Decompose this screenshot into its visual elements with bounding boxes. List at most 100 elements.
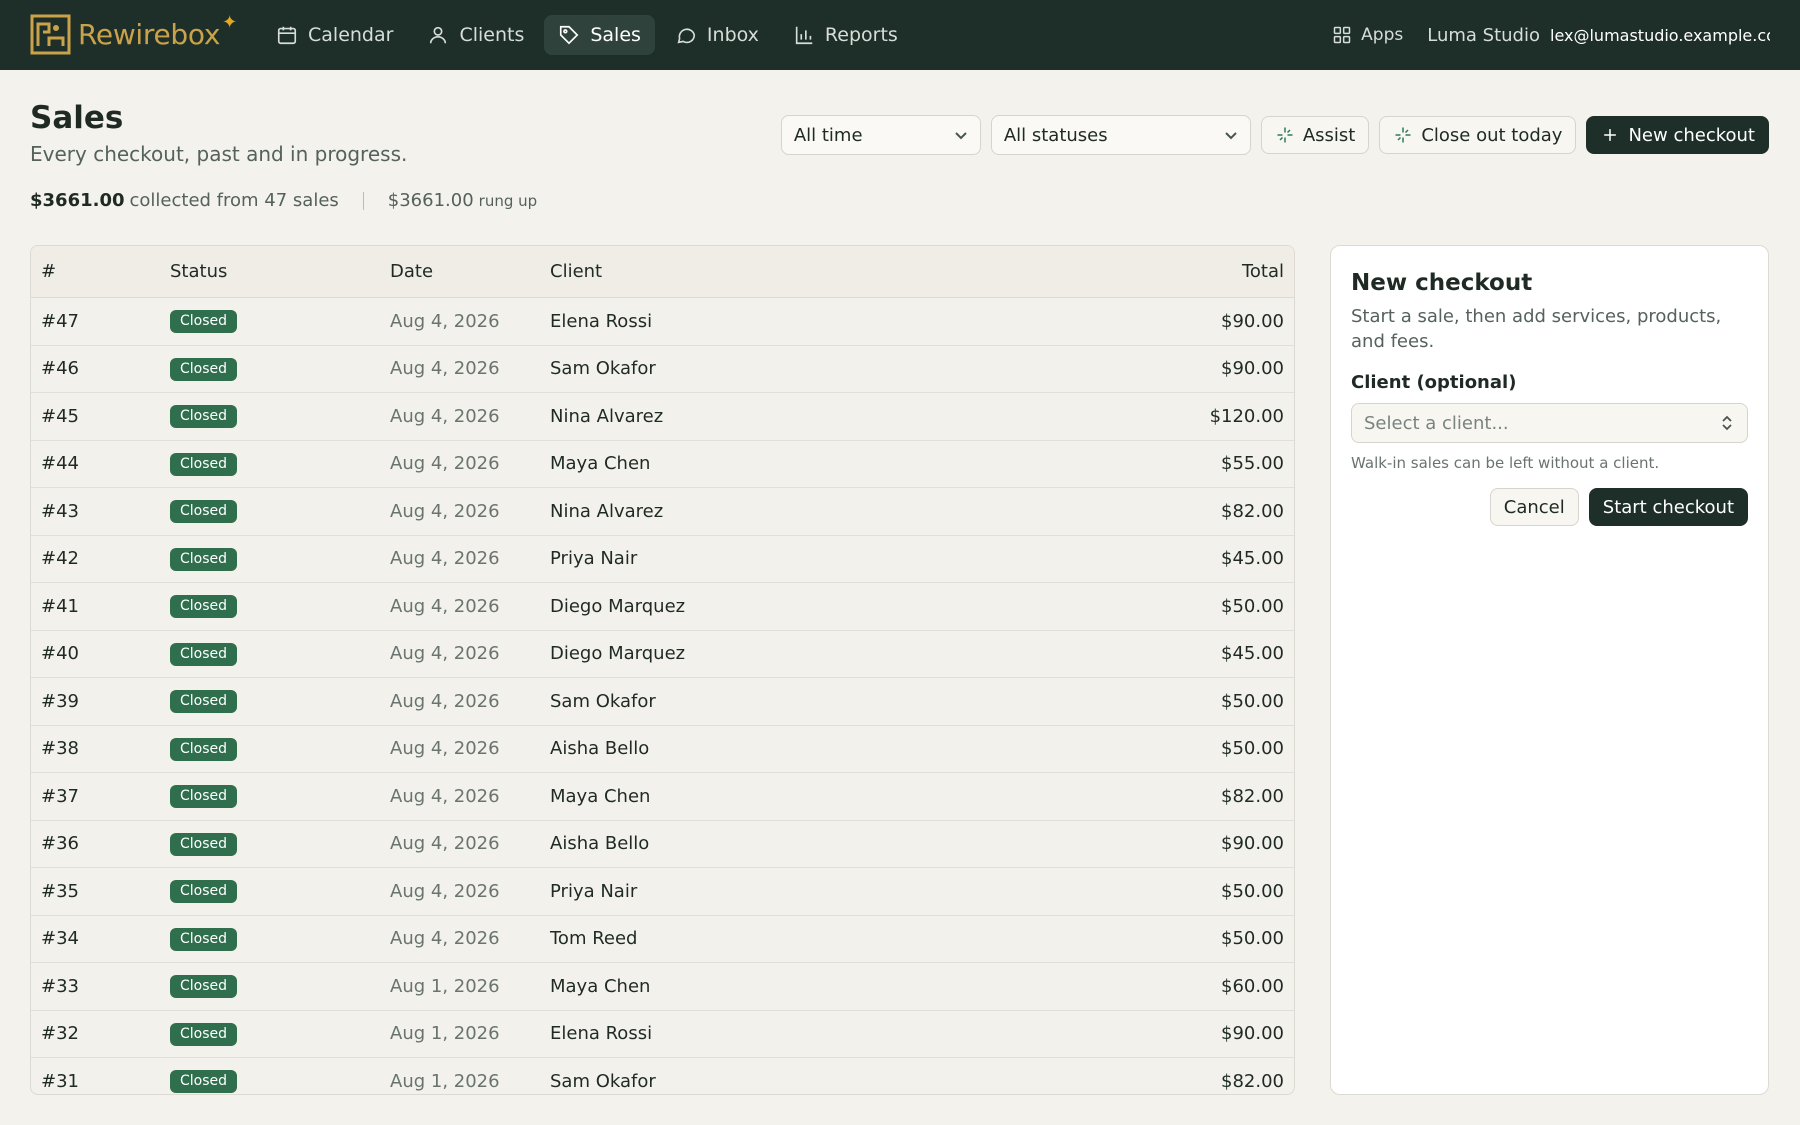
studio-name[interactable]: Luma Studio	[1427, 25, 1540, 46]
sale-total: $82.00	[1221, 500, 1284, 522]
column-header-date[interactable]: Date	[390, 261, 550, 282]
table-row[interactable]: #41 Closed Aug 4, 2026 Diego Marquez $50.00	[31, 583, 1294, 631]
page-title: Sales	[30, 100, 124, 136]
status-cell: Closed	[170, 784, 390, 809]
table-row[interactable]: #35 Closed Aug 4, 2026 Priya Nair $50.00	[31, 868, 1294, 916]
nav-item-inbox[interactable]: Inbox	[661, 15, 773, 55]
table-row[interactable]: #43 Closed Aug 4, 2026 Nina Alvarez $82.00	[31, 488, 1294, 536]
client-name: Sam Okafor	[550, 690, 656, 712]
sale-number: #32	[41, 1023, 79, 1045]
collected-text: collected from 47 sales	[129, 190, 339, 211]
table-row[interactable]: #36 Closed Aug 4, 2026 Aisha Bello $90.00	[31, 821, 1294, 868]
brand[interactable]: Rewirebox ✦	[29, 12, 237, 57]
nav-right: Apps Luma Studio lex@lumastudio.example.…	[1332, 15, 1770, 55]
table-row[interactable]: #42 Closed Aug 4, 2026 Priya Nair $45.00	[31, 536, 1294, 583]
sale-date: Aug 4, 2026	[390, 880, 500, 902]
sale-date: Aug 1, 2026	[390, 1023, 500, 1045]
time-filter-select[interactable]: All time	[780, 115, 981, 155]
summary-divider	[362, 191, 364, 210]
table-row[interactable]: #33 Closed Aug 1, 2026 Maya Chen $60.00	[31, 963, 1294, 1011]
client-name: Aisha Bello	[550, 833, 650, 855]
table-row[interactable]: #32 Closed Aug 1, 2026 Elena Rossi $90.00	[31, 1011, 1294, 1058]
status-cell: Closed	[170, 357, 390, 381]
apps-button[interactable]: Apps	[1332, 25, 1403, 45]
client-name: Maya Chen	[550, 975, 651, 997]
table-row[interactable]: #39 Closed Aug 4, 2026 Sam Okafor $50.00	[31, 678, 1294, 726]
nav-item-reports[interactable]: Reports	[779, 15, 912, 55]
cancel-button[interactable]: Cancel	[1489, 488, 1579, 526]
table-row[interactable]: #31 Closed Aug 1, 2026 Sam Okafor $82.00	[31, 1058, 1294, 1094]
chevron-down-icon	[955, 132, 967, 140]
column-header-status[interactable]: Status	[170, 261, 390, 282]
sale-total: $45.00	[1221, 548, 1284, 570]
status-badge: Closed	[170, 1070, 238, 1094]
status-badge: Closed	[170, 547, 238, 571]
start-checkout-button[interactable]: Start checkout	[1588, 488, 1748, 526]
status-badge: Closed	[170, 310, 238, 334]
status-cell: Closed	[170, 974, 390, 999]
sale-total: $82.00	[1221, 1070, 1284, 1092]
sales-table: # Status Date Client Total #47 Closed Aug …	[30, 245, 1295, 1095]
user-email[interactable]: lex@lumastudio.example.com	[1550, 26, 1770, 45]
client-select[interactable]: Select a client...	[1351, 403, 1748, 443]
status-badge: Closed	[170, 500, 238, 524]
table-row[interactable]: #40 Closed Aug 4, 2026 Diego Marquez $45.00	[31, 631, 1294, 678]
chat-bubble-icon	[677, 28, 695, 44]
table-row[interactable]: #37 Closed Aug 4, 2026 Maya Chen $82.00	[31, 773, 1294, 821]
sale-number: #40	[41, 643, 79, 665]
nav-item-label: Clients	[459, 24, 525, 46]
panel-title: New checkout	[1351, 270, 1533, 296]
nav-item-calendar[interactable]: Calendar	[262, 15, 407, 55]
close-out-today-button[interactable]: Close out today	[1379, 116, 1577, 154]
status-badge: Closed	[170, 927, 238, 951]
table-row[interactable]: #47 Closed Aug 4, 2026 Elena Rossi $90.00	[31, 298, 1294, 346]
nav-item-label: Reports	[824, 24, 898, 46]
table-row[interactable]: #38 Closed Aug 4, 2026 Aisha Bello $50.00	[31, 726, 1294, 773]
sale-date: Aug 4, 2026	[390, 785, 500, 807]
nav-item-clients[interactable]: Clients	[413, 15, 538, 55]
sale-number: #36	[41, 833, 79, 855]
status-badge: Closed	[170, 832, 238, 856]
table-row[interactable]: #34 Closed Aug 4, 2026 Tom Reed $50.00	[31, 916, 1294, 963]
sparkle-icon	[1395, 127, 1411, 143]
table-body: #47 Closed Aug 4, 2026 Elena Rossi $90.00 #46…	[31, 298, 1294, 1094]
sale-total: $50.00	[1221, 880, 1284, 902]
table-row[interactable]: #46 Closed Aug 4, 2026 Sam Okafor $90.00	[31, 346, 1294, 393]
main-nav: Calendar Clients Sales Inbox Reports	[262, 15, 918, 55]
sale-total: $50.00	[1221, 738, 1284, 760]
status-filter-select[interactable]: All statuses	[990, 115, 1251, 155]
sale-date: Aug 1, 2026	[390, 975, 500, 997]
sale-number: #37	[41, 785, 79, 807]
status-cell: Closed	[170, 404, 390, 429]
chevron-down-icon	[1225, 132, 1237, 140]
sale-date: Aug 1, 2026	[390, 1070, 500, 1092]
new-checkout-label: New checkout	[1628, 124, 1755, 146]
table-row[interactable]: #45 Closed Aug 4, 2026 Nina Alvarez $120.00	[31, 393, 1294, 441]
client-field-label: Client (optional)	[1351, 372, 1517, 393]
status-cell: Closed	[170, 452, 390, 476]
sparkle-icon	[1277, 127, 1293, 143]
panel-actions: Cancel Start checkout	[1351, 488, 1748, 526]
nav-item-label: Sales	[590, 24, 641, 46]
assist-button[interactable]: Assist	[1260, 116, 1370, 154]
sale-date: Aug 4, 2026	[390, 928, 500, 950]
client-name: Elena Rossi	[550, 310, 653, 332]
sale-number: #42	[41, 548, 79, 570]
apps-label: Apps	[1361, 25, 1404, 45]
close-out-label: Close out today	[1421, 124, 1563, 146]
column-header-client[interactable]: Client	[550, 261, 1094, 282]
column-header-number[interactable]: #	[31, 261, 170, 282]
sale-total: $45.00	[1221, 643, 1284, 665]
nav-item-sales[interactable]: Sales	[544, 15, 655, 55]
sale-number: #31	[41, 1070, 79, 1092]
client-name: Elena Rossi	[550, 1023, 653, 1045]
new-checkout-button[interactable]: New checkout	[1586, 116, 1769, 154]
sale-number: #34	[41, 928, 79, 950]
column-header-total[interactable]: Total	[1094, 261, 1294, 282]
status-badge: Closed	[170, 737, 238, 761]
new-checkout-panel: New checkout Start a sale, then add serv…	[1330, 245, 1769, 1095]
status-badge: Closed	[170, 595, 238, 619]
table-row[interactable]: #44 Closed Aug 4, 2026 Maya Chen $55.00	[31, 441, 1294, 488]
sale-date: Aug 4, 2026	[390, 310, 500, 332]
sales-summary: $3661.00 collected from 47 sales $3661.0…	[30, 190, 537, 211]
